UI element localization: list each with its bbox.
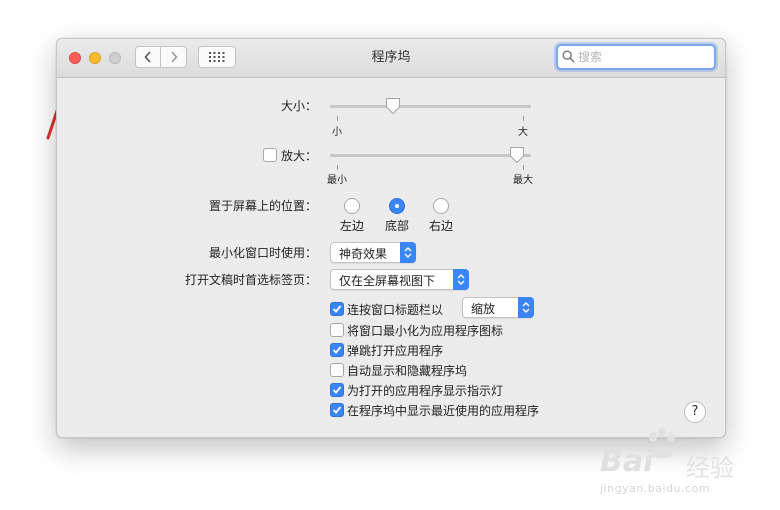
baidu-watermark: Bai 经验 jingyan.baidu.com [596,428,776,510]
title-bar: 程序坞 [57,39,725,78]
position-right-label: 右边 [428,219,453,233]
size-max-tick [523,116,524,121]
magnification-max-label: 最大 [513,175,533,186]
prefer-tabs-popup[interactable]: 仅在全屏幕视图下 [330,269,469,290]
prefer-tabs-value: 仅在全屏幕视图下 [339,274,436,288]
magnification-min-label: 最小 [327,175,347,186]
popup-arrows-icon [453,269,469,290]
checkmark-icon [332,305,342,313]
position-left-radio[interactable] [344,198,360,214]
double-click-action-value: 缩放 [471,302,496,316]
autohide-dock-label: 自动显示和隐藏程序坞 [347,364,468,378]
size-label: 大小： [280,99,317,113]
checkmark-icon [332,386,342,394]
minimize-into-app-icon-label: 将窗口最小化为应用程序图标 [347,324,504,338]
size-slider-thumb[interactable] [385,97,401,115]
minimize-effect-popup[interactable]: 神奇效果 [330,242,416,263]
position-bottom-label: 底部 [384,219,409,233]
magnification-min-tick [337,165,338,170]
show-recent-apps-label: 在程序坞中显示最近使用的应用程序 [347,404,540,418]
help-button[interactable]: ? [684,401,706,423]
checkmark-icon [332,406,342,414]
show-indicators-label: 为打开的应用程序显示指示灯 [347,384,504,398]
show-indicators-checkbox[interactable] [330,383,344,397]
magnification-max-tick [523,165,524,170]
grid-icon [209,52,225,62]
back-button[interactable] [135,46,161,68]
preferences-window: 程序坞 大小： 小 大 放大： 最小 最大 置于屏幕上的位置： 左边 底部 右边… [56,38,726,438]
watermark-url: jingyan.baidu.com [600,482,711,495]
animate-opening-label: 弹跳打开应用程序 [347,344,444,358]
prefer-tabs-label: 打开文稿时首选标签页： [184,273,317,287]
watermark-brand: Bai [600,444,654,479]
position-bottom-radio[interactable] [389,198,405,214]
position-right-radio[interactable] [433,198,449,214]
popup-arrows-icon [518,297,534,318]
minimize-effect-value: 神奇效果 [339,247,388,261]
checkmark-icon [332,346,342,354]
chevron-left-icon [144,51,151,63]
zoom-window-button[interactable] [109,52,121,64]
size-slider-track[interactable] [330,105,531,108]
show-recent-apps-checkbox[interactable] [330,403,344,417]
double-click-titlebar-label: 连按窗口标题栏以 [347,303,444,317]
minimize-effect-label: 最小化窗口时使用： [208,246,317,260]
position-left-label: 左边 [339,219,364,233]
search-input[interactable] [578,48,708,66]
double-click-titlebar-checkbox[interactable] [330,302,344,316]
animate-opening-checkbox[interactable] [330,343,344,357]
minimize-into-app-icon-checkbox[interactable] [330,323,344,337]
size-min-label: 小 [332,127,342,138]
watermark-brand-cn: 经验 [686,454,734,482]
magnification-slider-track[interactable] [330,154,531,157]
chevron-right-icon [170,51,178,63]
popup-arrows-icon [400,242,416,263]
close-window-button[interactable] [69,52,81,64]
position-label: 置于屏幕上的位置： [208,199,317,213]
magnification-label: 放大： [280,149,317,163]
show-all-button[interactable] [198,46,236,68]
magnification-slider-thumb[interactable] [509,146,525,164]
minimize-window-button[interactable] [89,52,101,64]
size-min-tick [337,116,338,121]
search-icon [562,50,575,63]
double-click-action-popup[interactable]: 缩放 [462,297,534,318]
search-field[interactable] [556,44,716,70]
size-max-label: 大 [518,127,528,138]
forward-button[interactable] [161,46,187,68]
autohide-dock-checkbox[interactable] [330,363,344,377]
